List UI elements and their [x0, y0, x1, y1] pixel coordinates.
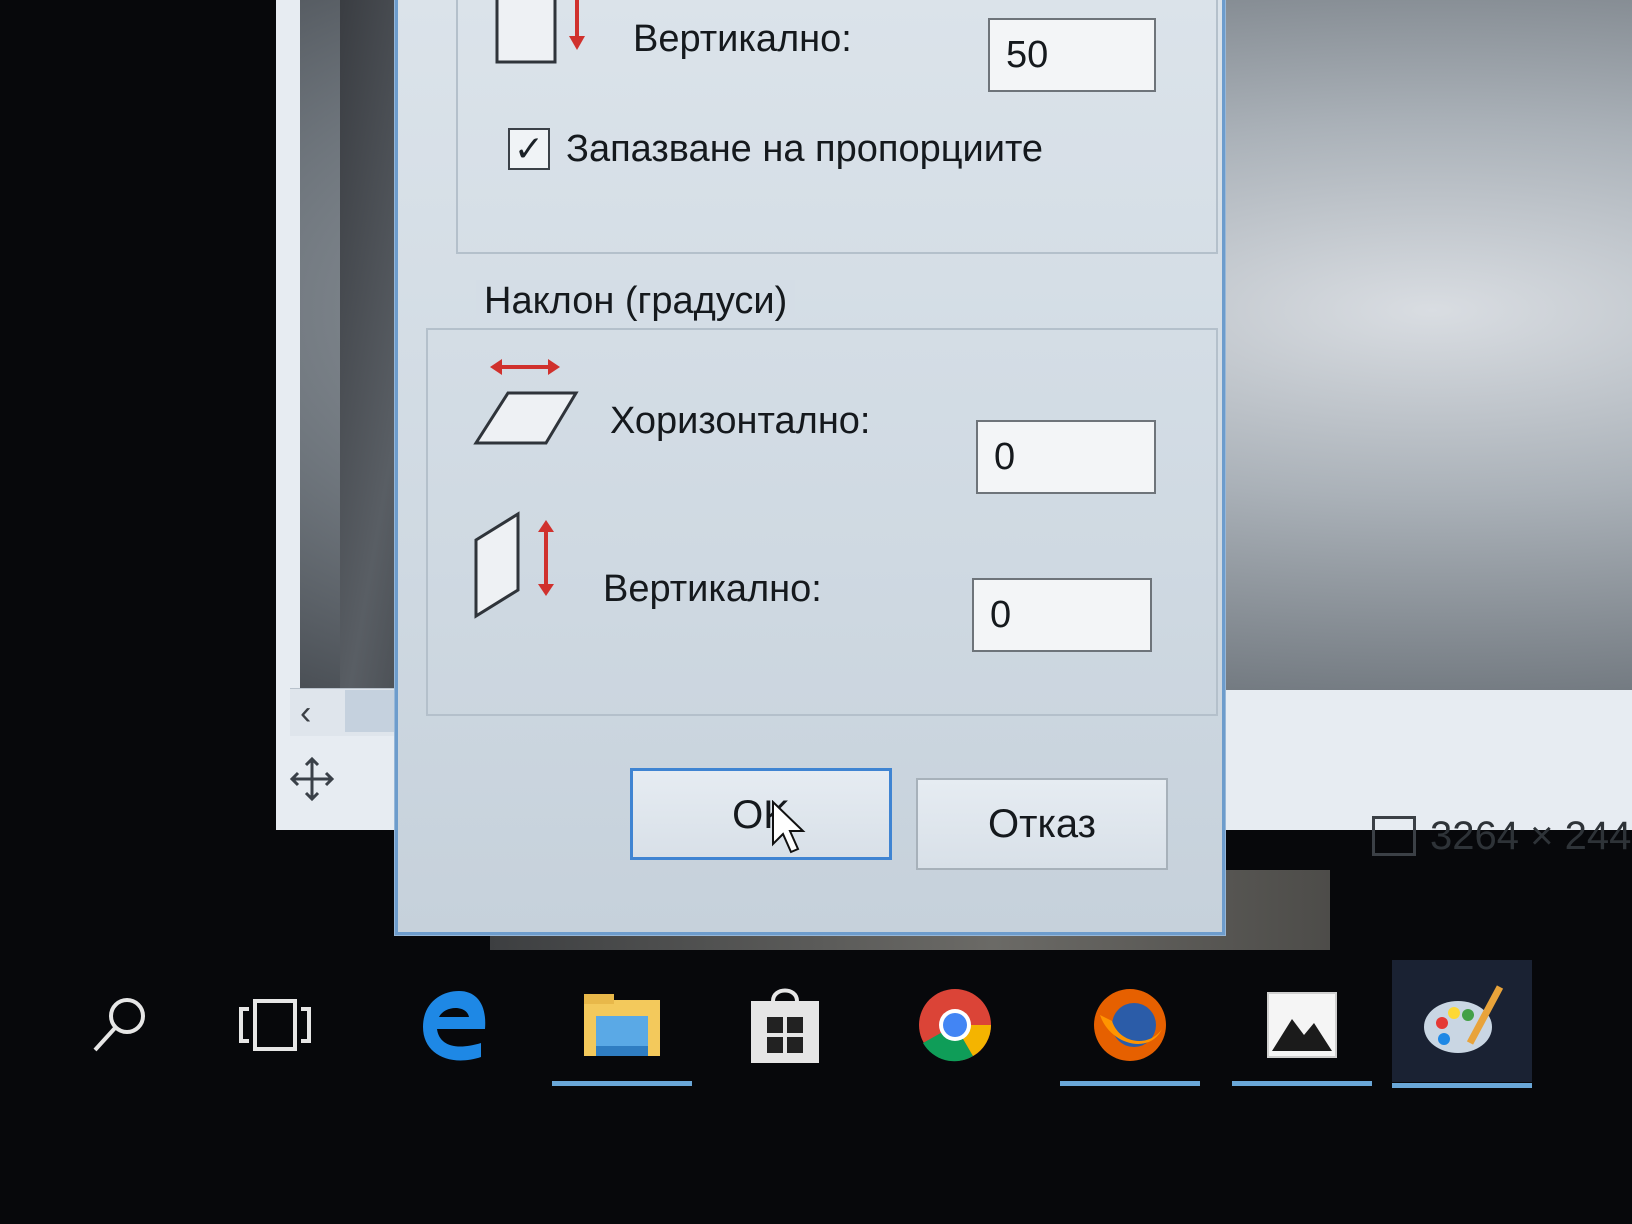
image-size-text: 3264 × 244	[1430, 813, 1632, 858]
running-indicator	[1060, 1081, 1200, 1086]
selection-size-icon	[1372, 816, 1416, 856]
mouse-pointer-icon	[772, 800, 806, 854]
photos-icon	[1267, 992, 1337, 1058]
resize-vertical-label: Вертикално:	[633, 18, 852, 60]
skew-vertical-icon	[474, 511, 554, 619]
keep-aspect-ratio-label: Запазване на пропорциите	[566, 128, 1044, 170]
taskbar-task-view[interactable]	[205, 970, 345, 1080]
store-icon	[751, 988, 819, 1063]
skew-vertical-label: Вертикално:	[603, 568, 822, 610]
taskbar-photos[interactable]	[1232, 970, 1372, 1086]
skew-horizontal-label: Хоризонтално:	[610, 400, 871, 442]
skew-horizontal-input[interactable]: 0	[976, 420, 1156, 494]
image-size-status: 3264 × 244	[1372, 808, 1631, 864]
taskbar-search[interactable]	[50, 970, 190, 1080]
keep-aspect-ratio-checkbox[interactable]: ✓	[508, 128, 550, 170]
skew-vertical-input[interactable]: 0	[972, 578, 1152, 652]
resize-vertical-input[interactable]: 50	[988, 18, 1156, 92]
firefox-icon	[1094, 989, 1166, 1061]
taskbar-file-explorer[interactable]	[552, 970, 692, 1086]
ok-button[interactable]: OK	[630, 768, 892, 860]
taskbar-chrome[interactable]	[885, 970, 1025, 1080]
taskbar-firefox[interactable]	[1060, 970, 1200, 1086]
taskbar	[0, 950, 1632, 1224]
search-icon	[93, 998, 145, 1052]
resize-skew-dialog: Вертикално: 50 ✓ Запазване на пропорциит…	[395, 0, 1225, 935]
taskbar-paint[interactable]	[1392, 960, 1532, 1088]
task-view-icon	[239, 999, 311, 1051]
file-explorer-icon	[584, 994, 660, 1056]
edge-icon	[423, 991, 486, 1061]
resize-vertical-icon	[495, 0, 585, 64]
chrome-icon	[919, 989, 991, 1062]
move-icon	[289, 756, 335, 802]
running-indicator	[552, 1081, 692, 1086]
paint-icon	[1424, 985, 1504, 1053]
cancel-button[interactable]: Отказ	[916, 778, 1168, 870]
running-indicator	[1392, 1083, 1532, 1088]
running-indicator	[1232, 1081, 1372, 1086]
skew-horizontal-icon	[473, 359, 579, 445]
skew-group-title: Наклон (градуси)	[476, 280, 796, 323]
taskbar-edge[interactable]	[385, 970, 525, 1080]
taskbar-store[interactable]	[715, 970, 855, 1080]
